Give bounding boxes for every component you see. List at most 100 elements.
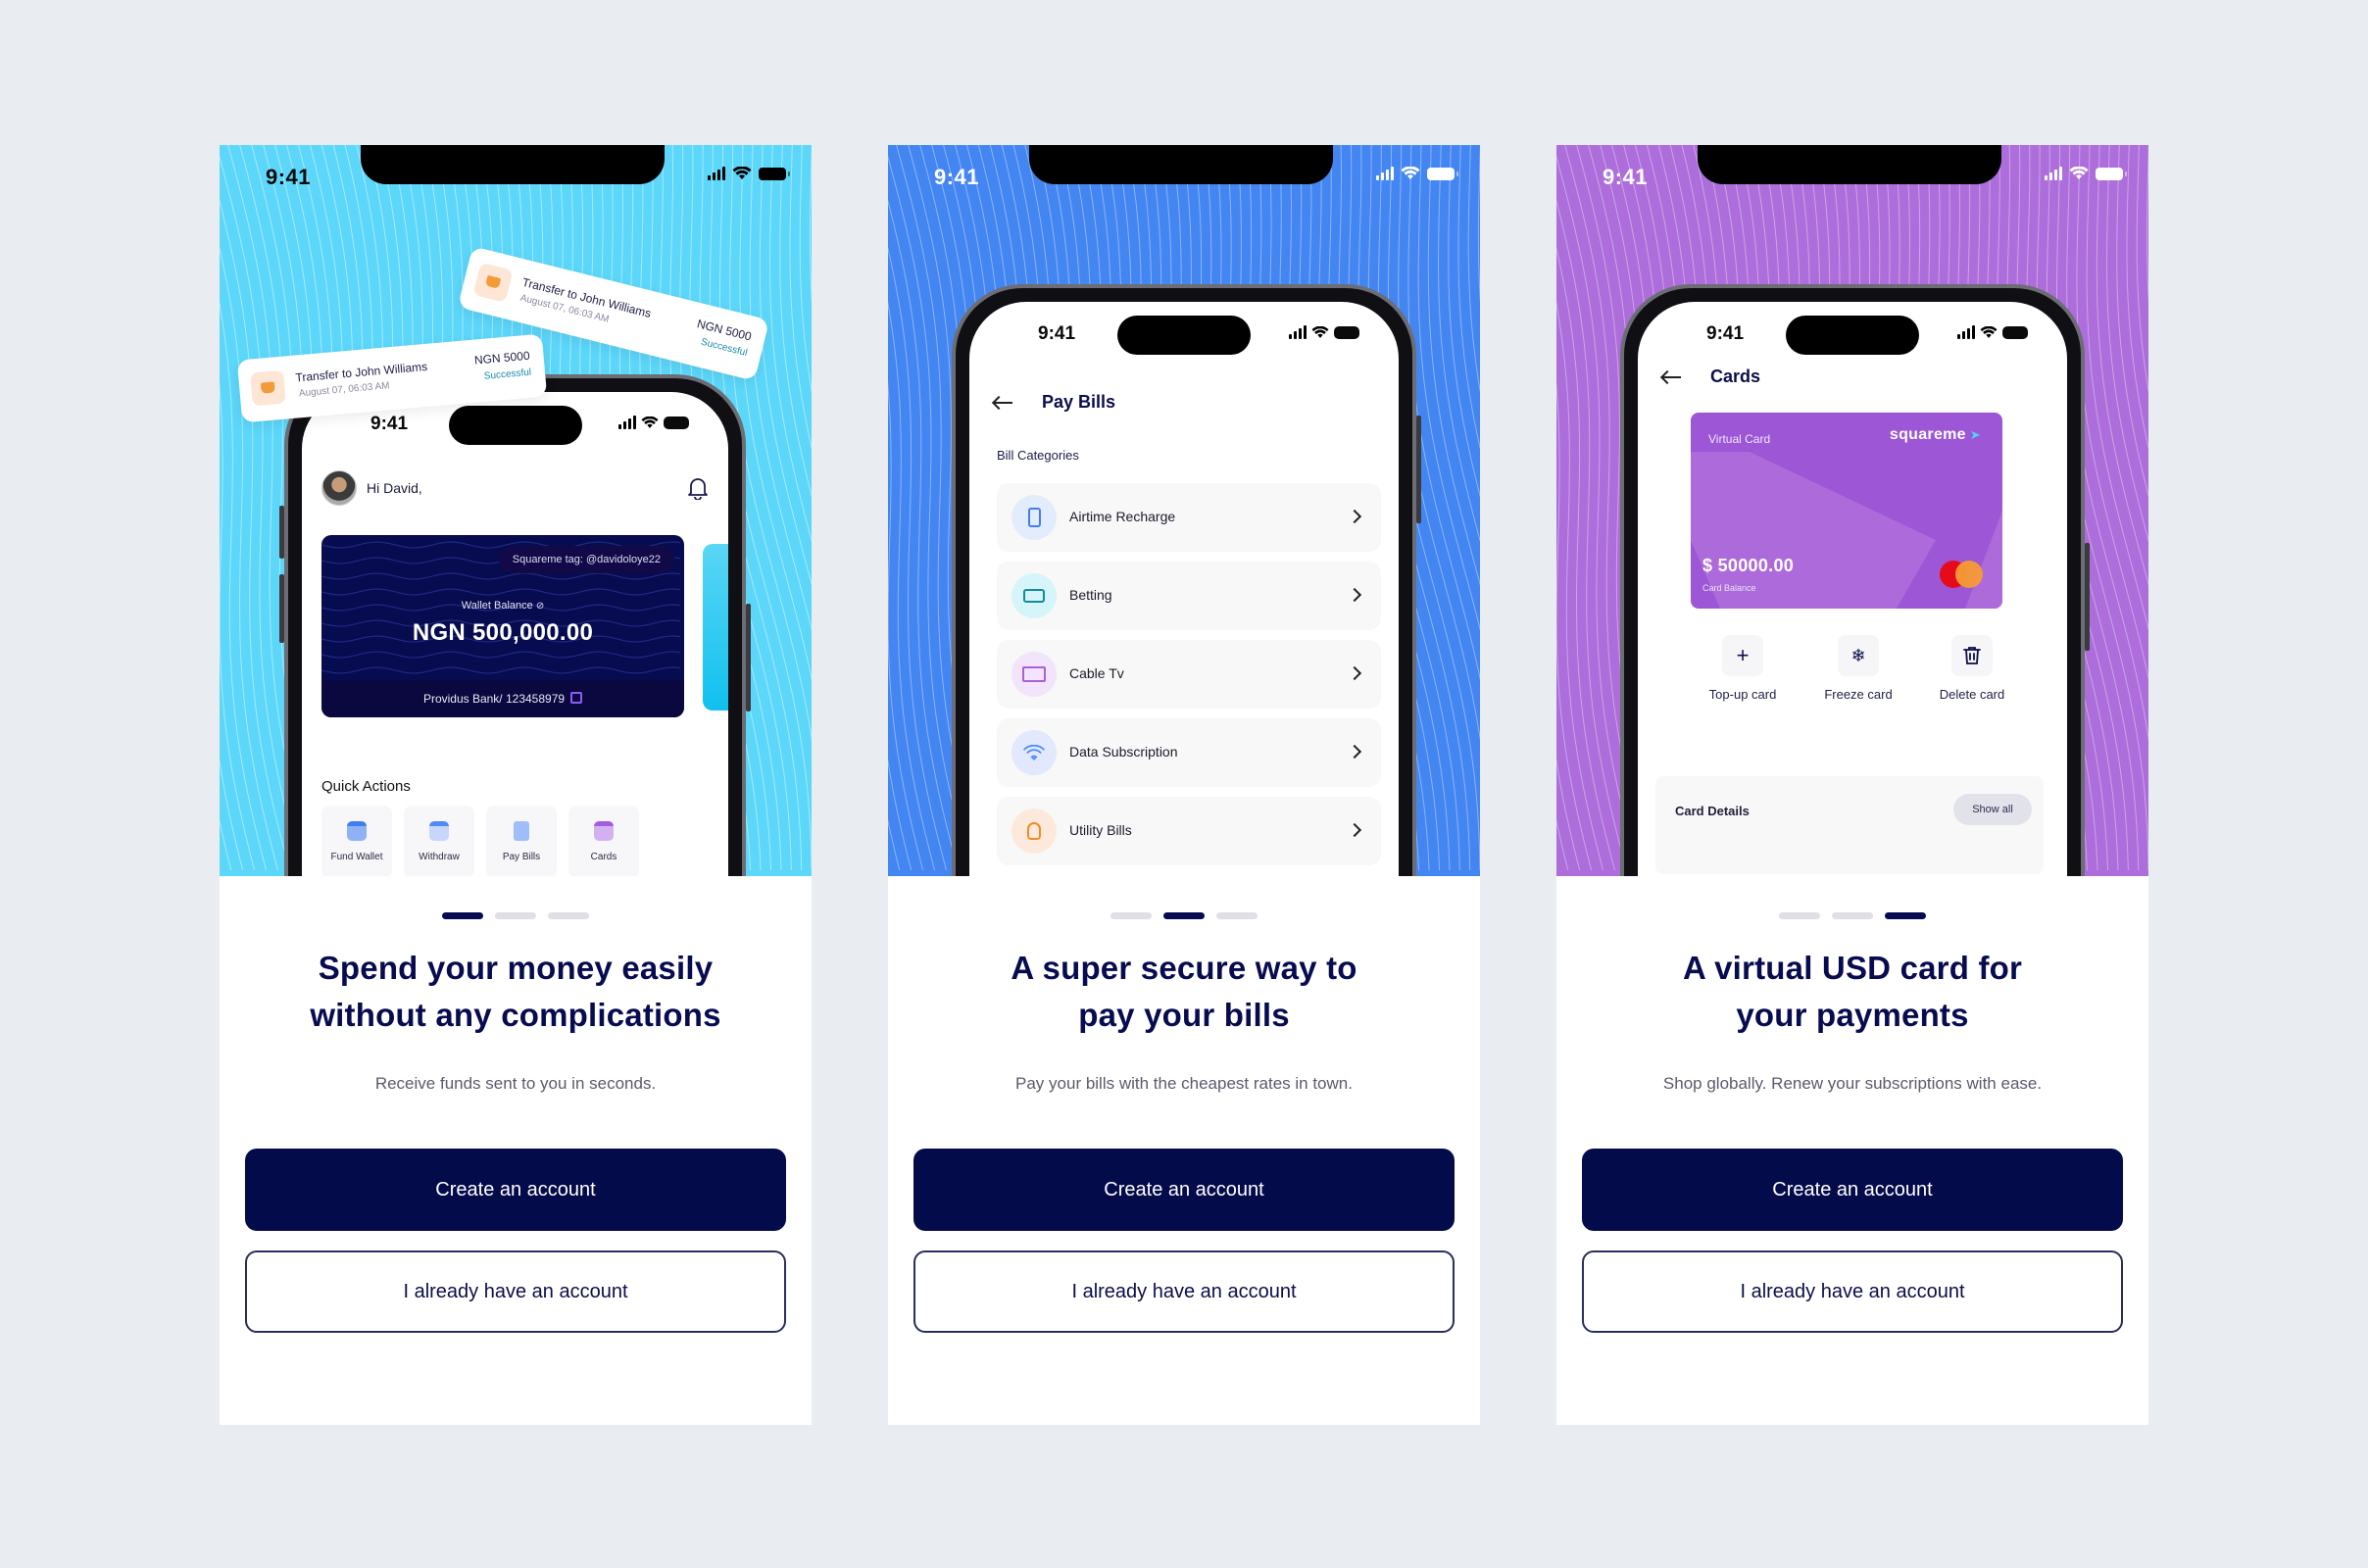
nav-bar: Cards [1661, 367, 1760, 387]
wave-line [1477, 145, 1480, 304]
lightbulb-icon [1011, 808, 1057, 854]
wave-line [1417, 145, 1480, 631]
quick-action-fund-wallet[interactable]: Fund Wallet [321, 806, 392, 876]
wave-line [220, 300, 267, 871]
login-button[interactable]: I already have an account [245, 1250, 786, 1333]
page-dot[interactable] [1779, 912, 1820, 919]
greeting-text: Hi David, [367, 480, 422, 496]
wave-line [2086, 145, 2148, 631]
hero-illustration: 9:41 9:41 [1556, 145, 2148, 876]
wave-line [220, 818, 232, 871]
onboarding-subtitle: Shop globally. Renew your subscriptions … [1662, 1074, 2043, 1093]
brand-arrow-icon: ➤ [1965, 427, 1981, 442]
next-card-peek[interactable] [703, 544, 728, 710]
wave-line [220, 246, 278, 871]
freeze-card-button[interactable]: ❄ Freeze card [1804, 635, 1912, 704]
squareme-tag[interactable]: Squareme tag: @davidoloye22 [498, 546, 674, 573]
trash-icon [1951, 635, 1993, 676]
top-up-card-button[interactable]: + Top-up card [1689, 635, 1797, 704]
page-dot[interactable] [1832, 912, 1873, 919]
phone-mockup: 9:41 Pay Bills Bill Categories Airtime R… [952, 284, 1421, 876]
tv-icon [1011, 652, 1057, 697]
withdraw-icon [429, 821, 449, 841]
wave-line [1556, 300, 1603, 871]
wave-line [739, 145, 812, 681]
phone-mockup: 9:41 Cards Virtual Card squareme ➤ $ 500… [1620, 284, 2090, 876]
wallet-balance-label: Wallet Balance [461, 600, 533, 612]
screen-time: 9:41 [1038, 323, 1076, 344]
quick-action-cards[interactable]: Cards [568, 806, 639, 876]
create-account-button[interactable]: Create an account [245, 1149, 786, 1231]
wave-line [2116, 145, 2148, 498]
page-dot[interactable] [1216, 912, 1258, 919]
quick-action-withdraw[interactable]: Withdraw [404, 806, 474, 876]
wave-line [888, 246, 947, 871]
wave-line [1448, 145, 1480, 498]
wave-line [888, 300, 935, 871]
page-indicator [1556, 912, 2148, 919]
onboarding-title: Spend your money easily without any comp… [310, 950, 721, 1033]
signal-icon [1289, 325, 1307, 339]
page-dot[interactable] [495, 912, 536, 919]
create-account-button[interactable]: Create an account [1582, 1149, 2123, 1231]
virtual-card[interactable]: Virtual Card squareme ➤ $ 50000.00 Card … [1691, 413, 2002, 609]
bill-categories-label: Bill Categories [997, 448, 1079, 463]
wifi-icon [732, 167, 752, 179]
delete-card-button[interactable]: Delete card [1918, 635, 2026, 704]
wallet-transfer-icon [249, 369, 286, 407]
wave-line [809, 145, 812, 304]
status-bar: 9:41 [888, 145, 1480, 204]
dynamic-island [1117, 316, 1251, 355]
hero-illustration: 9:41 9:41 [888, 145, 1480, 876]
card-icon [594, 821, 614, 841]
wave-line [888, 379, 924, 871]
login-button[interactable]: I already have an account [913, 1250, 1455, 1333]
brand-logo: squareme ➤ [1889, 426, 1981, 443]
bill-item-betting[interactable]: Betting [997, 562, 1381, 630]
quick-action-pay-bills[interactable]: Pay Bills [486, 806, 557, 876]
onboarding-subtitle: Pay your bills with the cheapest rates i… [1015, 1074, 1353, 1093]
show-all-button[interactable]: Show all [1953, 794, 2032, 825]
wallet-wave-line [321, 651, 681, 659]
dynamic-island [1786, 316, 1919, 355]
bill-item-data[interactable]: Data Subscription [997, 718, 1381, 787]
avatar[interactable] [321, 470, 357, 506]
create-account-button[interactable]: Create an account [913, 1149, 1455, 1231]
status-time: 9:41 [934, 165, 980, 189]
wave-line [220, 379, 256, 871]
bill-item-utility[interactable]: Utility Bills [997, 797, 1381, 865]
signal-icon [1957, 325, 1975, 339]
dynamic-island [448, 406, 582, 445]
screen-time: 9:41 [370, 414, 409, 434]
plus-icon: + [1722, 635, 1763, 676]
card-balance: $ 50000.00 [1702, 556, 1795, 575]
wifi-icon [2069, 167, 2089, 179]
wallet-transfer-icon [472, 262, 514, 303]
bill-item-airtime[interactable]: Airtime Recharge [997, 483, 1381, 552]
wave-line [1556, 818, 1569, 871]
device-notch [1029, 145, 1333, 184]
bill-item-cable-tv[interactable]: Cable Tv [997, 640, 1381, 709]
back-arrow-icon[interactable] [1661, 370, 1681, 384]
onboarding-title: A super secure way to pay your bills [1011, 950, 1357, 1033]
quick-actions-title: Quick Actions [321, 778, 411, 795]
login-button[interactable]: I already have an account [1582, 1250, 2123, 1333]
signal-icon [708, 167, 725, 180]
device-notch [1698, 145, 2001, 184]
onboarding-subtitle: Receive funds sent to you in seconds. [374, 1074, 657, 1093]
eye-off-icon[interactable]: ⊘ [536, 601, 544, 612]
copy-icon[interactable] [570, 692, 583, 704]
wave-line [2105, 145, 2148, 543]
back-arrow-icon[interactable] [993, 396, 1012, 410]
page-dot-active[interactable] [1163, 912, 1205, 919]
signal-icon [2045, 167, 2062, 180]
page-dot[interactable] [1110, 912, 1152, 919]
bell-icon[interactable] [687, 476, 709, 500]
receipt-icon [514, 821, 529, 841]
page-dot[interactable] [548, 912, 589, 919]
greeting: Hi David, [321, 470, 422, 506]
page-dot-active[interactable] [442, 912, 483, 919]
page-dot-active[interactable] [1885, 912, 1926, 919]
chevron-right-icon [1347, 665, 1362, 681]
phone-icon [1011, 495, 1057, 540]
